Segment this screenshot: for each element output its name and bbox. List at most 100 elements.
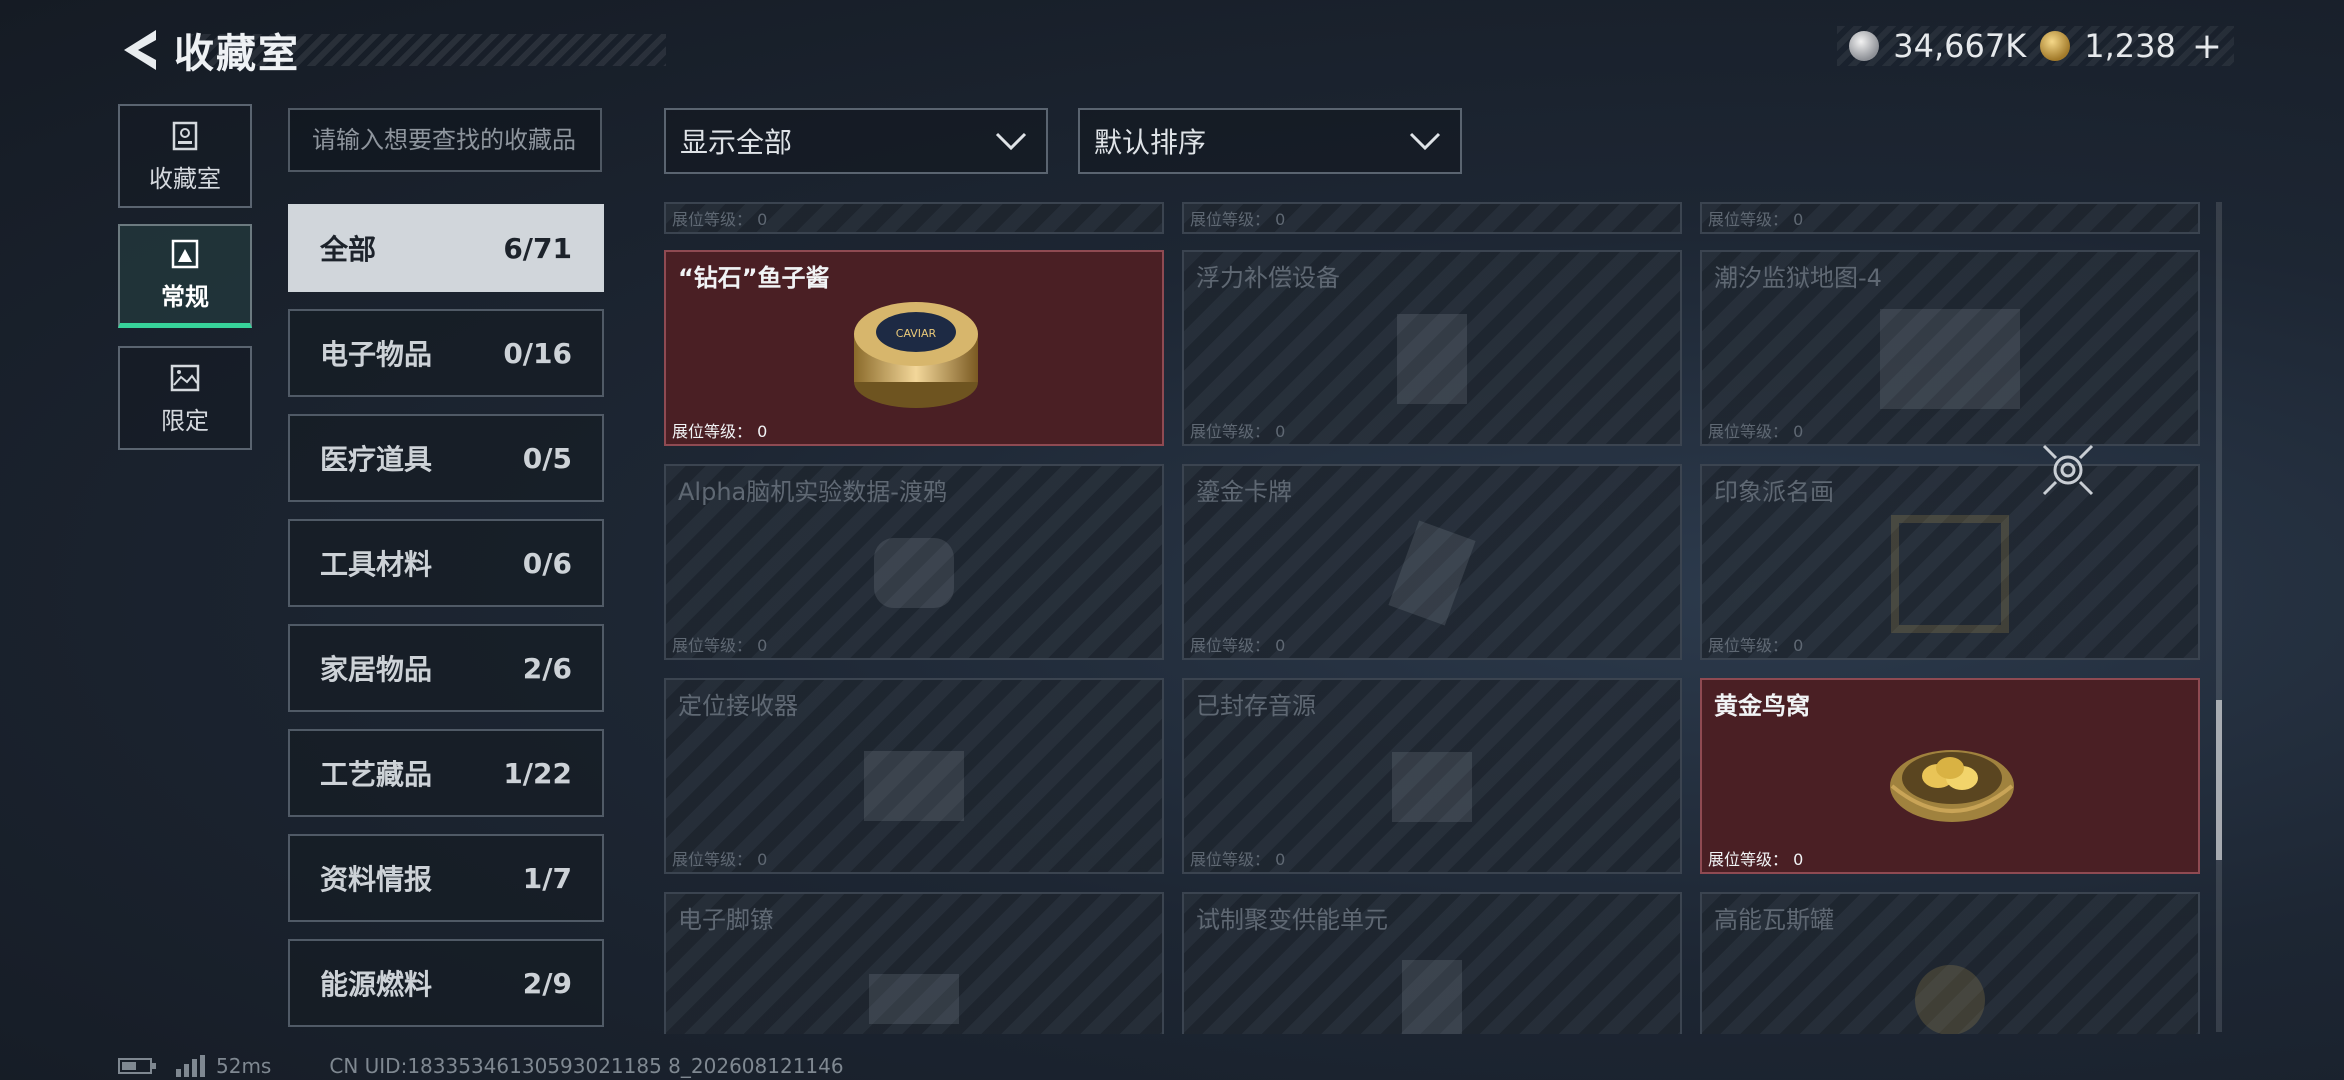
- caviar-label: CAVIAR: [896, 327, 937, 340]
- category-tools[interactable]: 工具材料 0/6: [288, 519, 604, 607]
- grid-scrollbar[interactable]: [2216, 202, 2222, 1032]
- category-medical[interactable]: 医疗道具 0/5: [288, 414, 604, 502]
- booth-level: 展位等级： 0: [1708, 210, 1804, 229]
- building-icon: [172, 121, 198, 150]
- booth-level: 展位等级： 0: [1708, 422, 1804, 441]
- tab-label: 常规: [161, 283, 209, 311]
- tab-limited[interactable]: 限定: [118, 346, 252, 450]
- item-silhouette: [1891, 515, 2009, 633]
- back-arrow-icon[interactable]: [118, 26, 160, 74]
- item-silhouette: [1402, 960, 1462, 1034]
- collection-grid: 展位等级： 0 展位等级： 0 展位等级： 0 “钻石”鱼子酱 CAVIAR 展…: [664, 202, 2200, 1034]
- category-count: 0/16: [503, 336, 572, 370]
- collection-card-caviar[interactable]: “钻石”鱼子酱 CAVIAR 展位等级： 0: [664, 250, 1164, 446]
- collection-card[interactable]: 潮汐监狱地图-4 展位等级： 0: [1700, 250, 2200, 446]
- booth-level: 展位等级： 0: [1190, 210, 1286, 229]
- category-crafts[interactable]: 工艺藏品 1/22: [288, 729, 604, 817]
- item-name: 浮力补偿设备: [1196, 264, 1340, 292]
- item-name: Alpha脑机实验数据-渡鸦: [678, 478, 947, 506]
- collection-card-golden-nest[interactable]: 黄金鸟窝 展位等级： 0: [1700, 678, 2200, 874]
- booth-level: 展位等级： 0: [1190, 850, 1286, 869]
- category-name: 工具材料: [320, 548, 433, 581]
- currency-bar: 34,667K 1,238 +: [1837, 26, 2234, 67]
- collection-card[interactable]: 鎏金卡牌 展位等级： 0: [1182, 464, 1682, 660]
- sort-dropdown[interactable]: 默认排序: [1078, 108, 1462, 174]
- collection-card[interactable]: 展位等级： 0: [1700, 202, 2200, 234]
- item-name: 鎏金卡牌: [1196, 478, 1292, 506]
- category-intel[interactable]: 资料情报 1/7: [288, 834, 604, 922]
- collection-card[interactable]: 试制聚变供能单元: [1182, 892, 1682, 1034]
- status-bar: 52ms CN UID:18335346130593021185 8_20260…: [118, 1054, 844, 1078]
- crosshair-icon[interactable]: [2040, 442, 2096, 498]
- collection-card[interactable]: 电子脚镣: [664, 892, 1164, 1034]
- gold-amount: 1,238: [2084, 27, 2176, 65]
- item-name: 定位接收器: [678, 692, 798, 720]
- category-name: 工艺藏品: [320, 758, 433, 791]
- category-count: 2/9: [522, 966, 572, 1000]
- item-silhouette: [1388, 520, 1476, 626]
- category-household[interactable]: 家居物品 2/6: [288, 624, 604, 712]
- booth-level: 展位等级： 0: [1708, 850, 1804, 869]
- category-name: 资料情报: [320, 863, 433, 896]
- tab-collection-room[interactable]: 收藏室: [118, 104, 252, 208]
- tab-label: 收藏室: [149, 164, 221, 193]
- scrollbar-thumb[interactable]: [2216, 700, 2222, 860]
- category-name: 医疗道具: [320, 443, 433, 476]
- booth-level: 展位等级： 0: [672, 422, 768, 441]
- golden-nest-image: [1890, 750, 2014, 822]
- header: 收藏室: [118, 20, 666, 80]
- category-all[interactable]: 全部 6/71: [288, 204, 604, 292]
- silver-amount: 34,667K: [1893, 27, 2027, 65]
- booth-level: 展位等级： 0: [1190, 422, 1286, 441]
- tab-regular[interactable]: 常规: [118, 224, 252, 328]
- user-uid: CN UID:18335346130593021185 8_2026081211…: [329, 1054, 844, 1078]
- ping-value: 52ms: [216, 1054, 272, 1078]
- item-silhouette: [874, 538, 954, 608]
- collection-card[interactable]: 展位等级： 0: [1182, 202, 1682, 234]
- item-name: “钻石”鱼子酱: [678, 264, 830, 292]
- booth-level: 展位等级： 0: [672, 636, 768, 655]
- display-filter-dropdown[interactable]: 显示全部: [664, 108, 1048, 174]
- collection-card[interactable]: 印象派名画 展位等级： 0: [1700, 464, 2200, 660]
- search-input[interactable]: [288, 108, 602, 172]
- sort-value: 默认排序: [1094, 126, 1207, 159]
- silver-coin-icon: [1849, 31, 1880, 61]
- category-name: 电子物品: [320, 338, 433, 371]
- item-name: 潮汐监狱地图-4: [1714, 264, 1882, 292]
- category-name: 家居物品: [320, 653, 433, 686]
- collection-card[interactable]: 定位接收器 展位等级： 0: [664, 678, 1164, 874]
- booth-level: 展位等级： 0: [672, 210, 768, 229]
- battery-icon: [118, 1058, 156, 1074]
- item-silhouette: [1880, 309, 2020, 409]
- collection-icon: [171, 239, 199, 269]
- item-silhouette: [869, 974, 959, 1024]
- booth-level: 展位等级： 0: [672, 850, 768, 869]
- add-currency-button[interactable]: +: [2192, 26, 2222, 67]
- item-silhouette: [1915, 965, 1985, 1034]
- category-energy[interactable]: 能源燃料 2/9: [288, 939, 604, 1027]
- category-electronics[interactable]: 电子物品 0/16: [288, 309, 604, 397]
- display-filter-value: 显示全部: [680, 126, 793, 159]
- category-count: 0/5: [522, 441, 572, 475]
- category-count: 6/71: [503, 231, 572, 265]
- gold-coin-icon: [2040, 31, 2071, 61]
- chevron-down-icon: [1409, 132, 1441, 151]
- item-name: 已封存音源: [1196, 692, 1316, 720]
- collection-card[interactable]: 高能瓦斯罐: [1700, 892, 2200, 1034]
- collection-card[interactable]: 已封存音源 展位等级： 0: [1182, 678, 1682, 874]
- tab-label: 限定: [161, 406, 209, 435]
- collection-card[interactable]: Alpha脑机实验数据-渡鸦 展位等级： 0: [664, 464, 1164, 660]
- category-count: 2/6: [522, 651, 572, 685]
- booth-level: 展位等级： 0: [1190, 636, 1286, 655]
- caviar-tin-image: CAVIAR: [854, 302, 978, 408]
- category-count: 1/7: [522, 861, 572, 895]
- signal-icon: [176, 1055, 205, 1077]
- item-name: 印象派名画: [1714, 478, 1834, 506]
- collection-card[interactable]: 展位等级： 0: [664, 202, 1164, 234]
- category-name: 能源燃料: [320, 968, 433, 1001]
- chevron-down-icon: [995, 132, 1027, 151]
- landscape-icon: [170, 364, 200, 391]
- item-name: 试制聚变供能单元: [1196, 906, 1388, 934]
- collection-card[interactable]: 浮力补偿设备 展位等级： 0: [1182, 250, 1682, 446]
- item-name: 高能瓦斯罐: [1714, 906, 1834, 934]
